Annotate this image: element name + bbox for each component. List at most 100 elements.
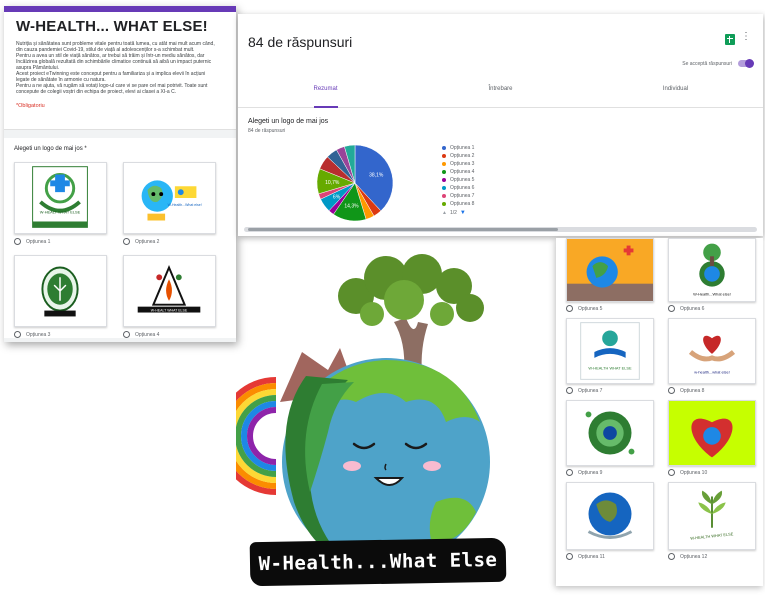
option-row[interactable]: Opțiunea 1 — [14, 238, 107, 245]
radio-button[interactable] — [123, 238, 130, 245]
logo-image: W-HEALT WHAT ELSE — [123, 255, 216, 327]
logo-option-2[interactable]: W-Health...What else! Opțiunea 2 — [123, 162, 216, 245]
option-label: Opțiunea 2 — [135, 238, 160, 245]
radio-button[interactable] — [566, 387, 573, 394]
radio-button[interactable] — [668, 553, 675, 560]
logo-heart-globe-icon — [669, 401, 755, 465]
option-row[interactable]: Opțiunea 11 — [566, 553, 654, 560]
logo-image: W-Health...What else! — [668, 238, 756, 302]
scrollbar-thumb[interactable] — [248, 228, 558, 231]
responses-header: 84 de răspunsuri ⋮ Se acceptă răspunsuri — [238, 14, 763, 68]
radio-button[interactable] — [14, 331, 21, 338]
logo-plant-icon: W-HEALTH WHAT ELSE — [690, 490, 734, 541]
option-row[interactable]: Opțiunea 9 — [566, 469, 654, 476]
tab-individual[interactable]: Individual — [588, 78, 763, 107]
logo-option-1[interactable]: W-HEALT WHAT ELSE Opțiunea 1 — [14, 162, 107, 245]
option-row[interactable]: Opțiunea 6 — [668, 305, 756, 312]
option-row[interactable]: Opțiunea 12 — [668, 553, 756, 560]
tab-question[interactable]: Întrebare — [413, 78, 588, 107]
logo-option-8[interactable]: w-health...what else! Opțiunea 8 — [668, 318, 756, 396]
option-row[interactable]: Opțiunea 5 — [566, 305, 654, 312]
logo-image — [668, 400, 756, 466]
legend-swatch — [442, 186, 446, 190]
logo-image: w-health...what else! — [668, 318, 756, 384]
form-header: W-HEALTH... WHAT ELSE! Nutriția și sănăt… — [4, 6, 236, 130]
legend-item: Opțiunea 5 — [442, 176, 474, 184]
logo-text: W-HEALT WHAT ELSE — [40, 210, 81, 215]
pie-data-label: 14,3% — [344, 204, 359, 210]
legend-label: Opțiunea 6 — [450, 185, 475, 191]
logo-option-3[interactable]: Opțiunea 3 — [14, 255, 107, 338]
option-row[interactable]: Opțiunea 10 — [668, 469, 756, 476]
option-label: Opțiunea 9 — [578, 469, 603, 476]
logo-option-7[interactable]: W-HEALTH WHAT ELSE Opțiunea 7 — [566, 318, 654, 396]
legend-label: Opțiunea 5 — [450, 177, 475, 183]
summary-question-count: 84 de răspunsuri — [248, 128, 286, 134]
form-desc-line: concepute de colegii voștri din echipa d… — [16, 89, 177, 95]
radio-button[interactable] — [668, 305, 675, 312]
option-row[interactable]: Opțiunea 7 — [566, 387, 654, 394]
accept-responses-label: Se acceptă răspunsuri — [682, 60, 732, 67]
radio-button[interactable] — [566, 553, 573, 560]
option-row[interactable]: Opțiunea 8 — [668, 387, 756, 394]
legend-swatch — [442, 178, 446, 182]
logo-grid: W-HEALT WHAT ELSE Opțiunea 1 W-Health...… — [14, 162, 226, 338]
legend-item: Opțiunea 4 — [442, 168, 474, 176]
logo-text: W-HEALTH WHAT ELSE — [690, 531, 734, 541]
radio-button[interactable] — [14, 238, 21, 245]
google-sheets-icon[interactable] — [725, 34, 735, 45]
logo-image: W-HEALTH WHAT ELSE — [668, 482, 756, 550]
logo-earth-photo-icon — [587, 492, 633, 539]
logo-option-9[interactable]: Opțiunea 9 — [566, 400, 654, 478]
logo-globe-cartoon-icon: W-Health...What else! — [141, 180, 202, 221]
option-label: Opțiunea 6 — [680, 305, 705, 312]
pager-up-icon[interactable]: ▲ — [442, 210, 447, 216]
horizontal-scrollbar[interactable] — [244, 227, 757, 232]
form-description: Nutriția și sănătatea sunt probleme vita… — [16, 41, 226, 95]
pager-down-icon[interactable]: ▼ — [460, 210, 466, 216]
accept-responses-toggle[interactable] — [738, 59, 754, 68]
legend-label: Opțiunea 1 — [450, 145, 475, 151]
logo-doctor-globe-icon — [567, 239, 653, 301]
logo-option-12[interactable]: W-HEALTH WHAT ELSE Opțiunea 12 — [668, 482, 756, 562]
legend-item: Opțiunea 8 — [442, 200, 474, 208]
radio-button[interactable] — [668, 387, 675, 394]
more-vert-icon[interactable]: ⋮ — [741, 32, 751, 42]
logo-option-6[interactable]: W-Health...What else! Opțiunea 6 — [668, 238, 756, 314]
legend-label: Opțiunea 3 — [450, 161, 475, 167]
option-label: Opțiunea 4 — [135, 331, 160, 338]
logo-text: W-Health...What else! — [168, 203, 202, 207]
logo-leaf-globe-icon — [585, 411, 635, 455]
logo-option-11[interactable]: Opțiunea 11 — [566, 482, 654, 562]
option-row[interactable]: Opțiunea 2 — [123, 238, 216, 245]
radio-button[interactable] — [566, 305, 573, 312]
radio-button[interactable] — [668, 469, 675, 476]
question-title: Alegeti un logo de mai jos * — [14, 146, 87, 152]
logo-flame-icon: W-HEALT WHAT ELSE — [137, 264, 201, 313]
radio-button[interactable] — [566, 469, 573, 476]
option-label: Opțiunea 3 — [26, 331, 51, 338]
logo-option-5[interactable]: Opțiunea 5 — [566, 238, 654, 314]
tab-summary[interactable]: Rezumat — [238, 78, 413, 108]
legend-item: Opțiunea 1 — [442, 144, 474, 152]
logo-image — [566, 400, 654, 466]
mascot-banner: W-Health...What Else — [249, 537, 507, 587]
option-label: Opțiunea 10 — [680, 469, 708, 476]
logo-image — [566, 482, 654, 550]
legend-swatch — [442, 146, 446, 150]
legend-swatch — [442, 154, 446, 158]
legend-pager: ▲ 1/2 ▼ — [442, 210, 474, 216]
logo-tree-globe-icon: W-Health...What else! — [693, 243, 731, 296]
legend-swatch — [442, 170, 446, 174]
option-row[interactable]: Opțiunea 3 — [14, 331, 107, 338]
radio-button[interactable] — [123, 331, 130, 338]
option-row[interactable]: Opțiunea 4 — [123, 331, 216, 338]
logo-option-10[interactable]: Opțiunea 10 — [668, 400, 756, 478]
required-note: *Obligatoriu — [16, 103, 45, 109]
logo-image — [566, 238, 654, 302]
pie-chart: 38,1% 14,3%6% 10,7% — [316, 144, 394, 222]
responses-tabs: Rezumat Întrebare Individual — [238, 78, 763, 108]
logo-option-4[interactable]: W-HEALT WHAT ELSE Opțiunea 4 — [123, 255, 216, 338]
option-label: Opțiunea 7 — [578, 387, 603, 394]
legend-swatch — [442, 162, 446, 166]
